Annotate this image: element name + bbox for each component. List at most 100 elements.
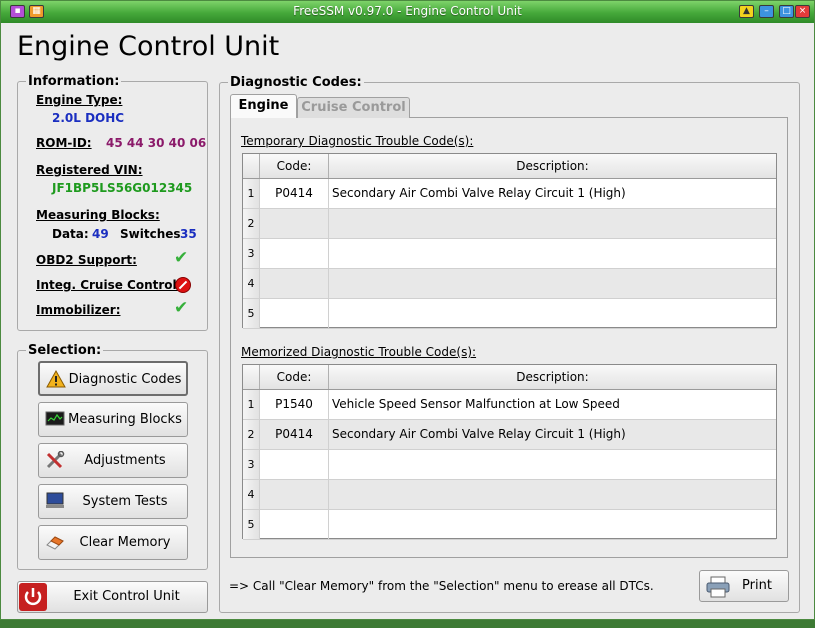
vin-label: Registered VIN: <box>36 163 143 177</box>
measuring-blocks-label: Measuring Blocks: <box>36 208 160 222</box>
table-row[interactable]: 5 <box>243 299 776 329</box>
table-row[interactable]: 4 <box>243 269 776 299</box>
code-column-header[interactable]: Code: <box>259 365 328 389</box>
immobilizer-check-icon: ✔ <box>174 298 189 318</box>
obd2-label: OBD2 Support: <box>36 253 137 267</box>
adjustments-label: Adjustments <box>84 453 166 468</box>
description-cell <box>328 209 776 238</box>
print-label: Print <box>742 578 772 593</box>
description-cell: Vehicle Speed Sensor Malfunction at Low … <box>328 390 776 419</box>
switches-label: Switches <box>120 227 181 241</box>
table-row[interactable]: 4 <box>243 480 776 510</box>
temporary-dtc-table[interactable]: Code: Description: 1 P0414 Secondary Air C… <box>242 153 777 329</box>
information-group: Information: Engine Type: 2.0L DOHC ROM-… <box>17 74 208 331</box>
print-button[interactable]: Print <box>699 570 789 602</box>
row-number-header <box>243 365 259 389</box>
information-title: Information: <box>26 74 122 89</box>
table-row[interactable]: 3 <box>243 450 776 480</box>
table-row[interactable]: 3 <box>243 239 776 269</box>
code-cell <box>259 209 328 238</box>
code-cell <box>259 480 328 509</box>
temporary-dtc-caption: Temporary Diagnostic Trouble Code(s): <box>241 134 474 148</box>
cruise-control-label: Integ. Cruise Control: <box>36 278 182 292</box>
table-header: Code: Description: <box>243 154 776 179</box>
exit-control-unit-button[interactable]: Exit Control Unit <box>17 581 208 613</box>
clear-memory-button[interactable]: Clear Memory <box>38 525 188 560</box>
selection-group: Selection: Diagnostic Codes Measuring Bl… <box>17 343 208 570</box>
window-title: FreeSSM v0.97.0 - Engine Control Unit <box>293 4 522 18</box>
page-title: Engine Control Unit <box>17 31 280 62</box>
maximize-icon[interactable]: □ <box>779 5 794 18</box>
measuring-blocks-button[interactable]: Measuring Blocks <box>38 402 188 437</box>
table-row[interactable]: 2 P0414 Secondary Air Combi Valve Relay Ci… <box>243 420 776 450</box>
app-window: ▪ ▦ FreeSSM v0.97.0 - Engine Control Uni… <box>0 0 815 620</box>
clear-memory-hint: => Call "Clear Memory" from the "Selecti… <box>229 579 654 593</box>
description-cell <box>328 510 776 539</box>
table-row[interactable]: 1 P0414 Secondary Air Combi Valve Relay Ci… <box>243 179 776 209</box>
row-number: 3 <box>243 239 260 268</box>
code-cell <box>259 269 328 298</box>
selection-title: Selection: <box>26 343 104 358</box>
data-count: 49 <box>92 227 109 241</box>
description-column-header[interactable]: Description: <box>328 154 776 178</box>
diagnostic-codes-title: Diagnostic Codes: <box>228 75 364 90</box>
tab-engine[interactable]: Engine <box>230 94 297 118</box>
adjustments-button[interactable]: Adjustments <box>38 443 188 478</box>
engine-type-label: Engine Type: <box>36 93 123 107</box>
row-number: 2 <box>243 420 260 449</box>
system-tests-button[interactable]: System Tests <box>38 484 188 519</box>
row-number: 2 <box>243 209 260 238</box>
row-number: 1 <box>243 179 260 208</box>
warning-icon <box>46 370 66 388</box>
title-bar[interactable]: ▪ ▦ FreeSSM v0.97.0 - Engine Control Uni… <box>1 1 814 23</box>
diagnostic-codes-label: Diagnostic Codes <box>68 372 182 387</box>
rom-id-label: ROM-ID: <box>36 136 92 150</box>
code-cell: P1540 <box>259 390 328 419</box>
code-cell: P0414 <box>259 179 328 208</box>
row-number: 5 <box>243 510 260 539</box>
monitor-graph-icon <box>45 411 65 426</box>
table-row[interactable]: 1 P1540 Vehicle Speed Sensor Malfunction a… <box>243 390 776 420</box>
code-cell <box>259 299 328 328</box>
memorized-dtc-caption: Memorized Diagnostic Trouble Code(s): <box>241 345 477 359</box>
diagnostic-codes-button[interactable]: Diagnostic Codes <box>38 361 188 396</box>
data-label: Data: <box>52 227 89 241</box>
description-cell <box>328 299 776 328</box>
help-icon[interactable]: ▲ <box>739 5 754 18</box>
row-number: 5 <box>243 299 260 328</box>
code-cell <box>259 239 328 268</box>
table-row[interactable]: 2 <box>243 209 776 239</box>
computer-icon <box>46 492 64 508</box>
description-cell <box>328 480 776 509</box>
row-number: 3 <box>243 450 260 479</box>
description-cell <box>328 450 776 479</box>
table-row[interactable]: 5 <box>243 510 776 540</box>
description-column-header[interactable]: Description: <box>328 365 776 389</box>
row-number: 4 <box>243 269 260 298</box>
code-cell <box>259 450 328 479</box>
close-icon[interactable]: × <box>795 5 810 18</box>
engine-type-value: 2.0L DOHC <box>52 111 125 125</box>
table-header: Code: Description: <box>243 365 776 390</box>
memorized-dtc-table[interactable]: Code: Description: 1 P1540 Vehicle Speed S… <box>242 364 777 540</box>
code-cell <box>259 510 328 539</box>
power-icon <box>19 583 47 611</box>
tab-cruise-control[interactable]: Cruise Control <box>297 97 410 118</box>
code-column-header[interactable]: Code: <box>259 154 328 178</box>
description-cell <box>328 269 776 298</box>
code-cell: P0414 <box>259 420 328 449</box>
exit-control-unit-label: Exit Control Unit <box>73 589 180 604</box>
clear-memory-label: Clear Memory <box>79 535 171 550</box>
row-number: 4 <box>243 480 260 509</box>
description-cell: Secondary Air Combi Valve Relay Circuit … <box>328 420 776 449</box>
eraser-icon <box>46 536 64 550</box>
not-supported-icon <box>175 277 191 293</box>
measuring-blocks-label: Measuring Blocks <box>68 412 182 427</box>
row-number: 1 <box>243 390 260 419</box>
vin-value: JF1BP5LS56G012345 <box>52 181 193 195</box>
obd2-check-icon: ✔ <box>174 248 189 268</box>
description-cell: Secondary Air Combi Valve Relay Circuit … <box>328 179 776 208</box>
minimize-icon[interactable]: – <box>759 5 774 18</box>
rom-id-value: 45 44 30 40 06 <box>106 136 207 150</box>
description-cell <box>328 239 776 268</box>
